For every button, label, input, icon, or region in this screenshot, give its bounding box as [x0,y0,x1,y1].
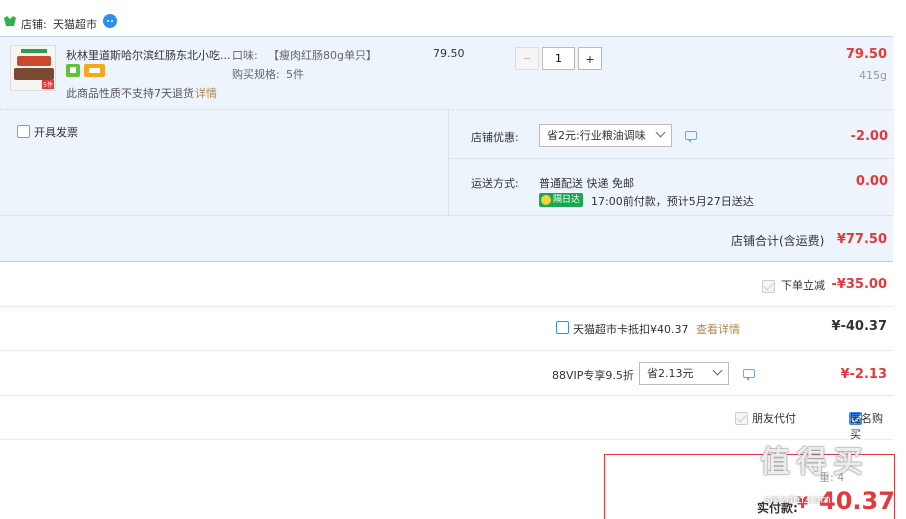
card-row: 天猫超市卡抵扣¥40.37 查看详情 ¥-40.37 [0,307,893,351]
chat-icon[interactable] [103,14,117,28]
spec-value: 5件 [286,68,304,81]
quantity-minus-button[interactable]: − [515,47,539,70]
shipping-method: 普通配送 快递 免邮 [539,177,634,190]
shop-name[interactable]: 天猫超市 [53,16,97,32]
vip-select[interactable]: 省2.13元 [639,362,729,385]
card-checkbox[interactable] [556,321,569,334]
shipping-label: 运送方式: [471,177,519,190]
options-row: 朋友代付 匿名购买 [0,396,893,441]
product-title[interactable]: 秋林里道斯哈尔滨红肠东北小吃... [66,47,231,63]
quantity-input[interactable] [542,47,575,70]
lightning-icon [541,195,551,205]
thumb-badge: 5件 [42,80,54,89]
shop-discount-row: 店铺优惠: 省2元:行业粮油调味 -2.00 [449,110,894,158]
quantity-plus-button[interactable]: + [578,47,602,70]
shop-prefix: 店铺: [21,18,47,31]
instant-discount-label: 下单立减 [781,279,825,292]
product-thumbnail[interactable]: 5件 [10,45,56,91]
card-icon [84,64,105,77]
detail-link[interactable]: 详情 [195,85,217,101]
shop-total-label: 店铺合计(含运费) [731,234,825,248]
card-detail-link[interactable]: 查看详情 [696,321,740,337]
shop-icon [4,16,16,26]
unit-price: 79.50 [433,47,465,60]
item-row: 5件 秋林里道斯哈尔滨红肠东北小吃... 此商品性质不支持7天退货 详情 口味:… [0,36,893,109]
vip-label: 88VIP专享9.5折 [552,369,634,382]
payment-summary: 重: 4 实付款: ¥ 40.37 [604,454,895,519]
instant-discount-amount: -¥35.00 [831,277,887,292]
friend-pay-checkbox[interactable] [735,411,748,425]
chevron-down-icon [655,127,666,138]
vip-amount: ¥-2.13 [840,367,887,382]
pay-label: 实付款: [757,501,798,515]
friend-pay-label: 朋友代付 [752,412,796,425]
item-weight: 415g [859,69,887,82]
shipping-note: 17:00前付款，预计5月27日送达 [591,195,754,208]
return-note: 此商品性质不支持7天退货 [66,87,194,100]
anonymous-label: 匿名购买 [850,412,883,441]
pay-amount: 40.37 [819,487,895,515]
message-icon[interactable] [685,131,697,143]
message-icon[interactable] [743,369,755,381]
pay-currency: ¥ [797,493,809,512]
card-label: 天猫超市卡抵扣¥40.37 [573,323,689,336]
flavor-label: 口味: [232,49,258,62]
flavor-value: 【瘦肉红肠80g单只】 [268,49,377,62]
shipping-amount: 0.00 [855,174,888,189]
summary-weight: 重: 4 [819,471,845,484]
instant-discount-checkbox [762,279,775,293]
shop-discount-label: 店铺优惠: [471,131,519,144]
invoice-panel: 开具发票 [0,109,448,215]
shop-discount-select[interactable]: 省2元:行业粮油调味 [539,124,672,147]
shop-total-row: 店铺合计(含运费) ¥77.50 [0,215,893,262]
invoice-checkbox[interactable] [17,125,30,138]
item-subtotal: 79.50 [845,47,887,62]
tag-icon [66,64,80,77]
shop-discount-selected: 省2元:行业粮油调味 [547,129,646,142]
card-amount: ¥-40.37 [831,319,887,334]
invoice-label: 开具发票 [34,126,78,139]
next-day-badge: 隔日达 [539,193,584,207]
shop-header: 店铺: 天猫超市 [0,0,906,36]
shop-total-amount: ¥77.50 [836,232,887,247]
shipping-row: 运送方式: 普通配送 快递 免邮 隔日达 17:00前付款，预计5月27日送达 … [449,158,894,216]
instant-discount-row: 下单立减 -¥35.00 [0,262,893,307]
chevron-down-icon [712,365,723,376]
shop-discount-amount: -2.00 [850,129,888,144]
discount-panel: 店铺优惠: 省2元:行业粮油调味 -2.00 运送方式: 普通配送 快递 免邮 … [448,109,894,216]
quantity-stepper: − + [515,47,602,70]
spec-label: 购买规格: [232,68,280,81]
vip-row: 88VIP专享9.5折 省2.13元 ¥-2.13 [0,351,893,396]
vip-selected: 省2.13元 [647,367,694,380]
